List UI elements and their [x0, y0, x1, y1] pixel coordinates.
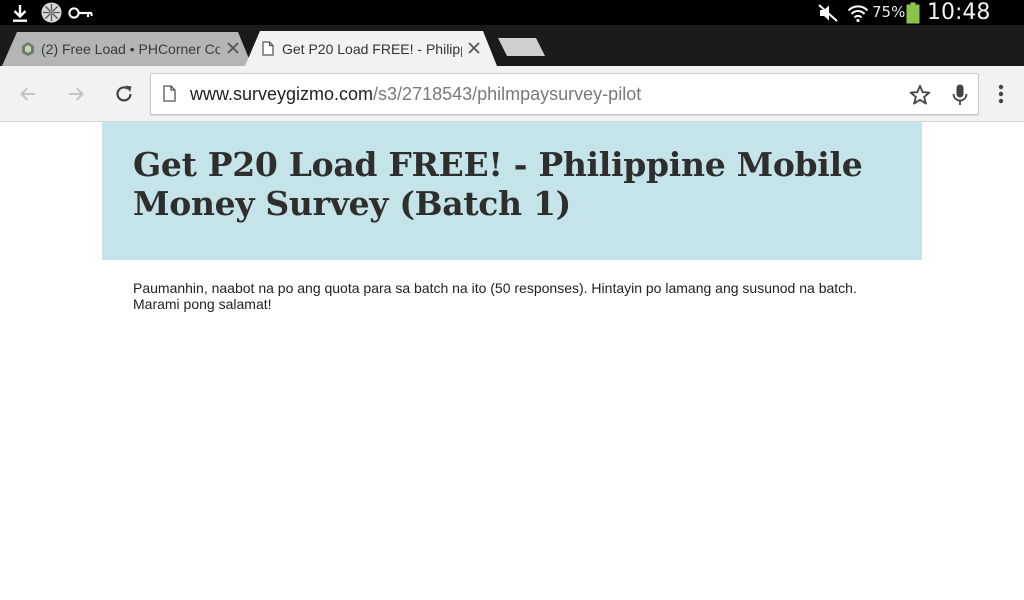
tab-strip: (2) Free Load • PHCorner Co Get P20 Load…	[0, 25, 1024, 66]
star-icon[interactable]	[908, 83, 932, 107]
address-bar[interactable]: www.surveygizmo.com/s3/2718543/philmpays…	[150, 73, 979, 115]
wifi-icon	[846, 0, 870, 25]
clock: 10:48 PM	[927, 0, 991, 50]
survey-header: Get P20 Load FREE! - Philippine Mobile M…	[102, 122, 922, 260]
overflow-menu-icon[interactable]	[985, 78, 1017, 110]
forward-arrow-icon[interactable]	[60, 78, 92, 110]
url-host: www.surveygizmo.com	[190, 84, 374, 104]
phcorner-favicon-icon	[20, 41, 36, 57]
snowflake-icon	[39, 0, 63, 25]
survey-message: Paumanhin, naabot na po ang quota para s…	[133, 280, 857, 312]
browser-toolbar: www.surveygizmo.com/s3/2718543/philmpays…	[0, 66, 1024, 122]
status-bar: 75% 10:48 PM	[0, 0, 1024, 50]
download-icon	[10, 0, 30, 25]
key-icon	[68, 0, 94, 25]
web-page: Get P20 Load FREE! - Philippine Mobile M…	[0, 122, 1024, 600]
page-icon	[163, 85, 177, 103]
back-arrow-icon[interactable]	[12, 78, 44, 110]
url-text[interactable]: www.surveygizmo.com/s3/2718543/philmpays…	[190, 74, 641, 114]
microphone-icon[interactable]	[950, 83, 970, 107]
url-path: /s3/2718543/philmpaysurvey-pilot	[373, 84, 642, 104]
tab-phcorner[interactable]: (2) Free Load • PHCorner Co	[2, 31, 252, 66]
tab-survey[interactable]: Get P20 Load FREE! - Philipp	[245, 31, 497, 66]
tab-title: (2) Free Load • PHCorner Co	[41, 40, 220, 57]
battery-icon	[905, 0, 921, 25]
tab-title: Get P20 Load FREE! - Philipp	[282, 40, 462, 57]
new-tab-button[interactable]	[498, 37, 546, 57]
reload-icon[interactable]	[108, 78, 140, 110]
survey-title: Get P20 Load FREE! - Philippine Mobile M…	[133, 145, 863, 223]
page-icon	[262, 40, 276, 57]
mute-icon	[816, 0, 840, 25]
close-icon[interactable]	[224, 39, 242, 57]
battery-percent: 75%	[872, 3, 906, 21]
close-icon[interactable]	[465, 39, 483, 57]
